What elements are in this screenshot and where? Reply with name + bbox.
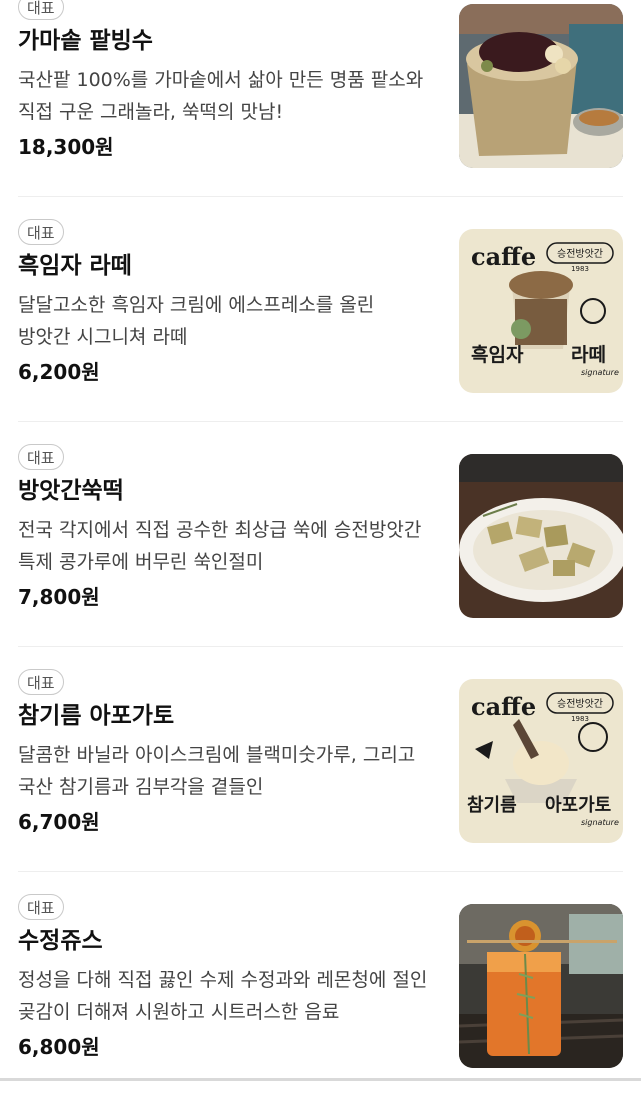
menu-item[interactable]: 대표 가마솥 팥빙수 국산팥 100%를 가마솥에서 삶아 만든 명품 팥소와 … (18, 0, 623, 197)
menu-item-description: 전국 각지에서 직접 공수한 최상급 쑥에 승전방앗간 특제 콩가루에 버무린 … (18, 519, 422, 573)
menu-item-price: 7,800원 (18, 585, 100, 609)
menu-item-name: 가마솥 팥빙수 (18, 28, 153, 54)
signature-badge: 대표 (18, 894, 64, 920)
sesame-oil-affogato-photo[interactable]: caffe 승전방앗간 1983 참기름 아포가토 signature (459, 679, 623, 843)
menu-item-price: 6,200원 (18, 360, 100, 384)
svg-text:1983: 1983 (571, 715, 589, 723)
menu-item-price: 6,800원 (18, 1035, 100, 1059)
menu-item-description: 정성을 다해 직접 끓인 수제 수정과와 레몬청에 절인 곶감이 더해져 시원하… (18, 969, 428, 1023)
menu-item[interactable]: 대표 참기름 아포가토 달콤한 바닐라 아이스크림에 블랙미숫가루, 그리고 국… (18, 647, 623, 872)
svg-text:signature: signature (581, 368, 619, 377)
signature-badge: 대표 (18, 219, 64, 245)
svg-text:caffe: caffe (471, 692, 536, 721)
menu-item[interactable]: 대표 흑임자 라떼 달달고소한 흑임자 크림에 에스프레소를 올린 방앗간 시그… (18, 197, 623, 422)
menu-item-name: 참기름 아포가토 (18, 703, 175, 729)
svg-text:라떼: 라떼 (571, 344, 606, 366)
menu-item-description: 국산팥 100%를 가마솥에서 삶아 만든 명품 팥소와 직접 구운 그래놀라,… (18, 69, 424, 123)
sujeonggwa-juice-photo[interactable] (459, 904, 623, 1068)
menu-item-name: 방앗간쑥떡 (18, 478, 124, 504)
signature-badge: 대표 (18, 0, 64, 20)
menu-list: 대표 가마솥 팥빙수 국산팥 100%를 가마솥에서 삶아 만든 명품 팥소와 … (0, 0, 641, 1097)
menu-item-price: 6,700원 (18, 810, 100, 834)
svg-text:signature: signature (581, 818, 619, 827)
black-sesame-latte-photo[interactable]: caffe 승전방앗간 1983 흑임자 라떼 signature (459, 229, 623, 393)
svg-text:1983: 1983 (571, 265, 589, 273)
caffe-logo-text: caffe (471, 242, 536, 271)
menu-item-description: 달콤한 바닐라 아이스크림에 블랙미숫가루, 그리고 국산 참기름과 김부각을 … (18, 744, 416, 798)
patbingsu-photo[interactable] (459, 4, 623, 168)
menu-item-description: 달달고소한 흑임자 크림에 에스프레소를 올린 방앗간 시그니쳐 라떼 (18, 294, 375, 348)
menu-item-name: 흑임자 라떼 (18, 253, 132, 279)
stamp-text: 승전방앗간 (557, 248, 603, 260)
svg-text:승전방앗간: 승전방앗간 (557, 698, 603, 710)
mugwort-rice-cake-photo[interactable] (459, 454, 623, 618)
svg-text:흑임자: 흑임자 (471, 343, 524, 366)
menu-item-name: 수정쥬스 (18, 928, 103, 954)
svg-text:아포가토: 아포가토 (545, 795, 611, 816)
menu-item[interactable]: 대표 방앗간쑥떡 전국 각지에서 직접 공수한 최상급 쑥에 승전방앗간 특제 … (18, 422, 623, 647)
signature-badge: 대표 (18, 669, 64, 695)
signature-badge: 대표 (18, 444, 64, 470)
menu-item-price: 18,300원 (18, 135, 114, 159)
menu-item[interactable]: 대표 수정쥬스 정성을 다해 직접 끓인 수제 수정과와 레몬청에 절인 곶감이… (18, 872, 623, 1097)
svg-text:참기름: 참기름 (467, 795, 517, 816)
